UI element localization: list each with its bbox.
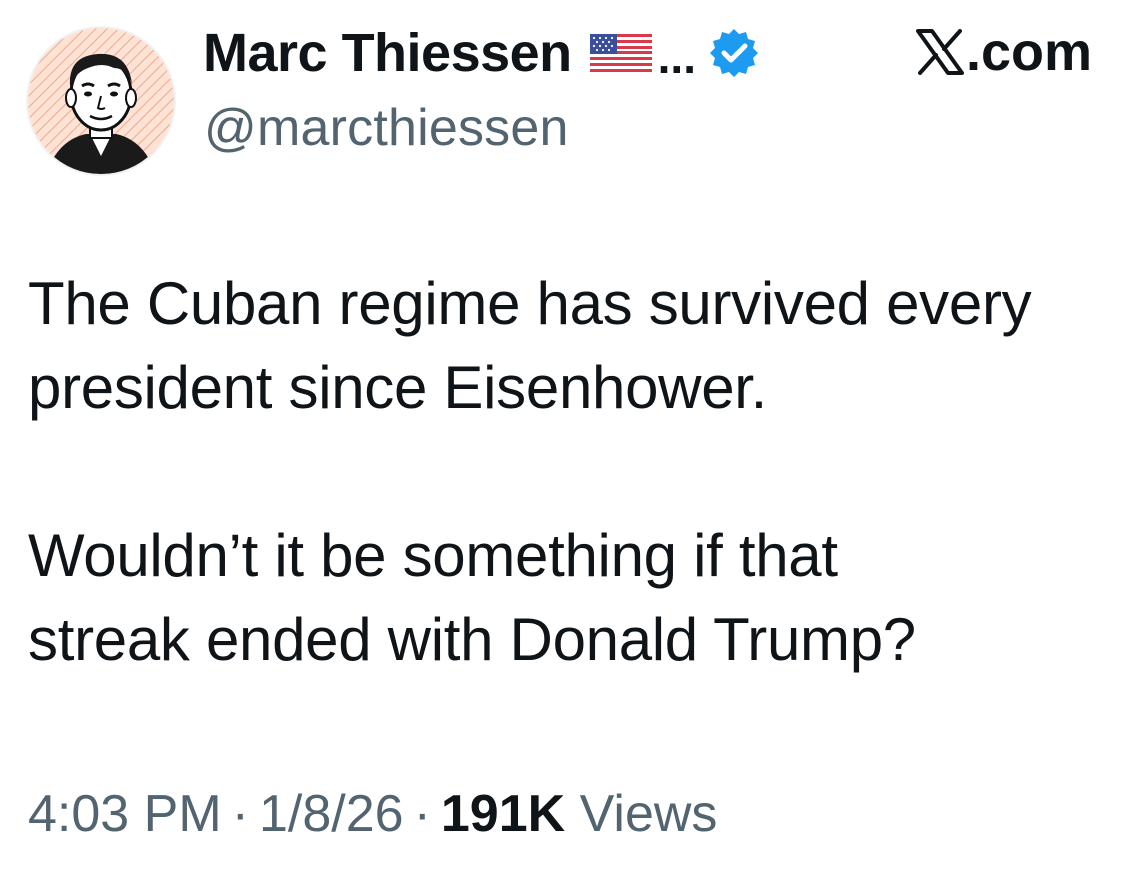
tweet-line: president since Eisenhower. xyxy=(28,354,767,421)
author-display-name[interactable]: Marc Thiessen xyxy=(203,22,572,84)
tweet-paragraph-2: Wouldn’t it be something if that streak … xyxy=(28,514,1128,682)
author-avatar[interactable] xyxy=(28,28,174,174)
tweet-line: The Cuban regime has survived every xyxy=(28,270,1032,337)
tweet-header: Marc Thiessen ... @marcthiessen .com xyxy=(0,0,1146,180)
author-handle[interactable]: @marcthiessen xyxy=(204,98,569,158)
x-logo-icon xyxy=(916,29,964,75)
name-truncation: ... xyxy=(657,31,696,83)
tweet-time[interactable]: 4:03 PM xyxy=(28,785,222,843)
tweet-meta: 4:03 PM · 1/8/26 · 191K Views xyxy=(28,784,717,844)
x-brand-label: .com xyxy=(966,22,1093,82)
meta-separator: · xyxy=(231,785,249,843)
views-label: Views xyxy=(579,785,718,843)
author-name-row: Marc Thiessen ... xyxy=(203,20,760,86)
cartoon-portrait-avatar-icon xyxy=(28,28,174,174)
tweet-date[interactable]: 1/8/26 xyxy=(259,785,404,843)
x-brand[interactable]: .com xyxy=(916,22,1092,82)
us-flag-icon xyxy=(589,34,652,72)
tweet-paragraph-1: The Cuban regime has survived every pres… xyxy=(28,262,1128,430)
tweet-line: Wouldn’t it be something if that xyxy=(28,522,838,589)
meta-separator: · xyxy=(413,785,431,843)
views-count[interactable]: 191K xyxy=(441,785,565,843)
verified-badge-icon[interactable] xyxy=(708,27,760,79)
tweet-line: streak ended with Donald Trump? xyxy=(28,606,916,673)
tweet-text: The Cuban regime has survived every pres… xyxy=(28,262,1128,682)
